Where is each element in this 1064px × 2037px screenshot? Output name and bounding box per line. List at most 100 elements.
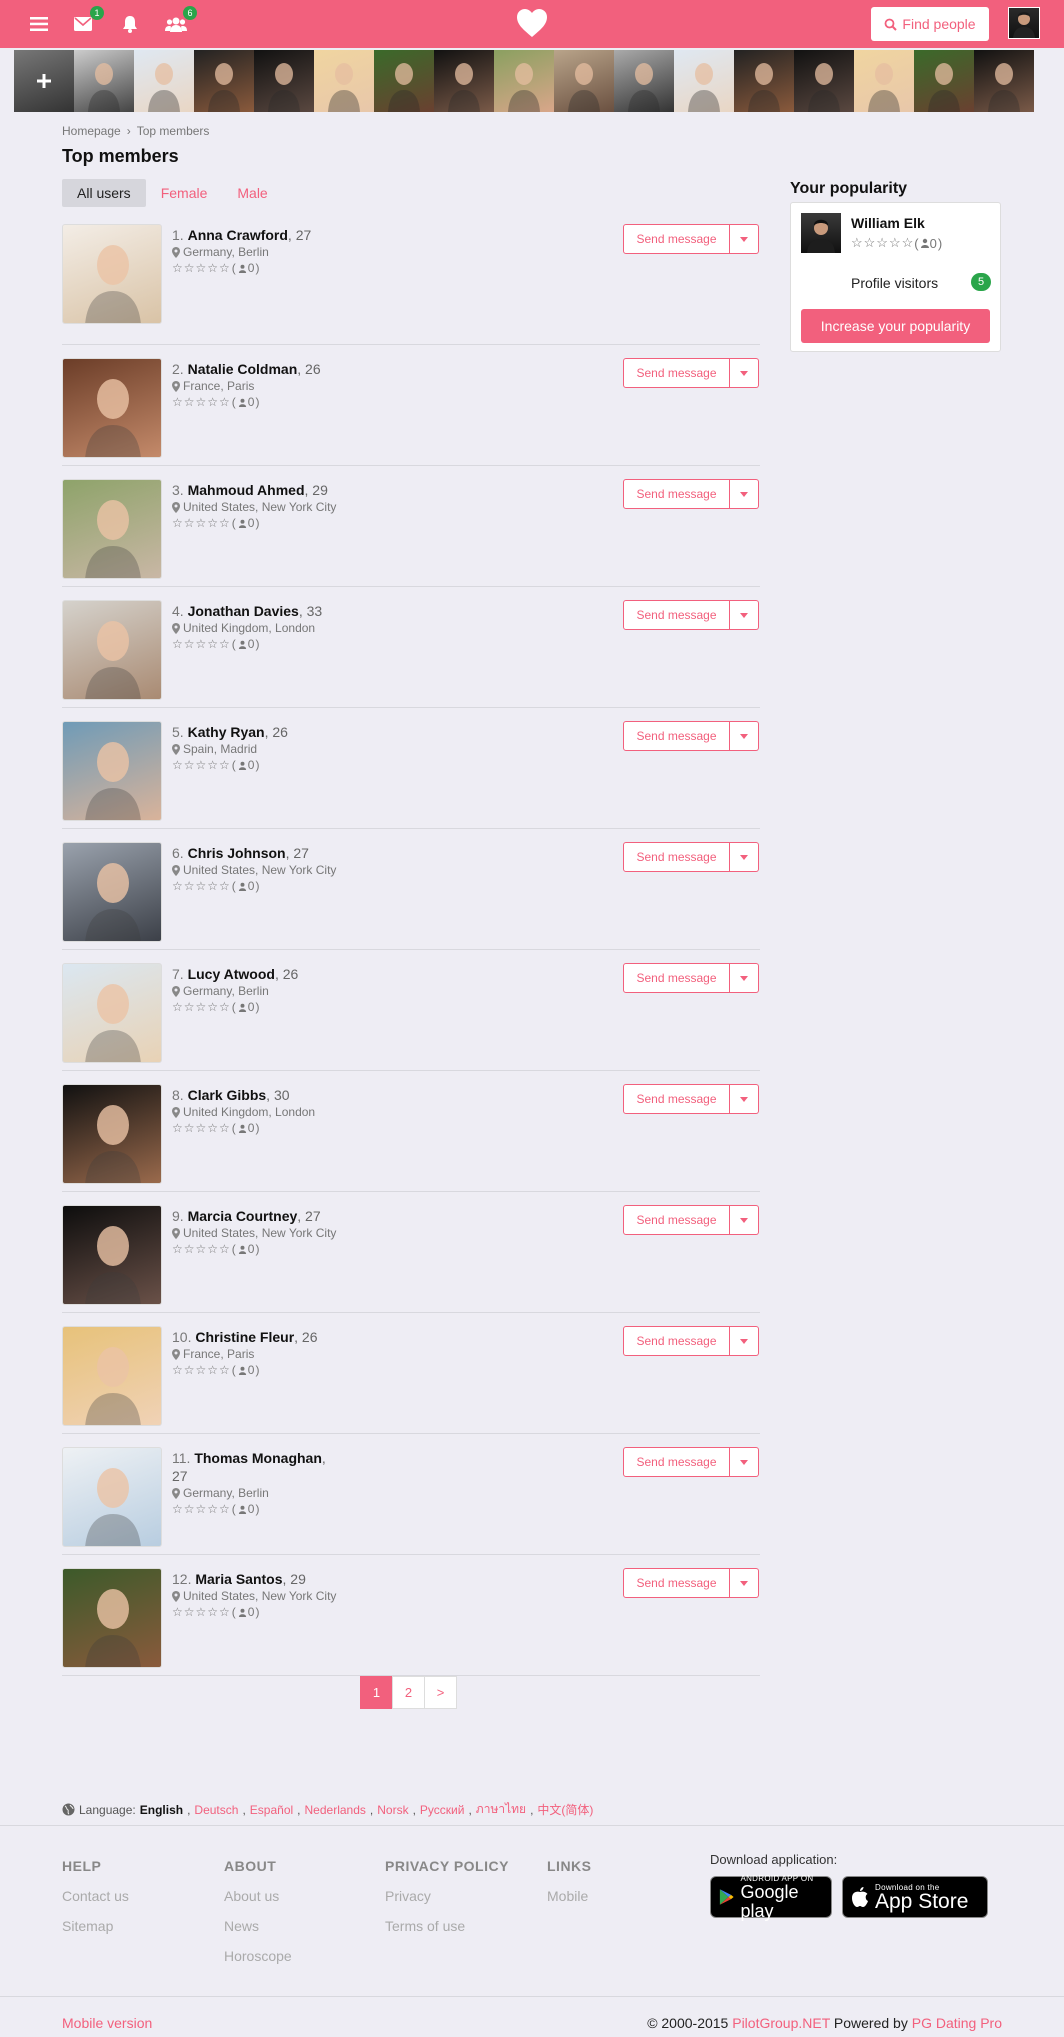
popularity-avatar[interactable] (801, 213, 841, 253)
language-russian[interactable]: Русский (420, 1803, 465, 1817)
footer-mobile-link[interactable]: Mobile (547, 1888, 592, 1918)
more-actions-dropdown[interactable] (730, 1205, 759, 1235)
member-name-link[interactable]: Mahmoud Ahmed (188, 482, 305, 498)
member-name-link[interactable]: Marcia Courtney (188, 1208, 298, 1224)
featured-user-photo[interactable] (194, 50, 254, 112)
send-message-button[interactable]: Send message (623, 1447, 730, 1477)
member-photo[interactable] (62, 1205, 162, 1305)
language-norsk[interactable]: Norsk (377, 1803, 408, 1817)
member-photo[interactable] (62, 358, 162, 458)
featured-user-photo[interactable] (434, 50, 494, 112)
member-name-link[interactable]: Christine Fleur (195, 1329, 294, 1345)
featured-user-photo[interactable] (134, 50, 194, 112)
next-page-button[interactable]: > (424, 1676, 457, 1709)
profile-visitors-label[interactable]: Profile visitors (851, 275, 938, 291)
logo-heart-icon[interactable] (516, 8, 548, 40)
member-name-link[interactable]: Natalie Coldman (188, 361, 298, 377)
member-photo[interactable] (62, 1568, 162, 1668)
google-play-badge[interactable]: ANDROID APP ON Google play (710, 1874, 832, 1920)
friends-group-icon[interactable]: 6 (163, 6, 197, 36)
popularity-user-name[interactable]: William Elk (851, 215, 925, 231)
member-photo[interactable] (62, 1084, 162, 1184)
pilotgroup-link[interactable]: PilotGroup.NET (732, 2015, 830, 2031)
language-deutsch[interactable]: Deutsch (194, 1803, 238, 1817)
featured-user-photo[interactable] (374, 50, 434, 112)
user-avatar[interactable] (1008, 7, 1040, 39)
send-message-button[interactable]: Send message (623, 224, 730, 254)
member-photo[interactable] (62, 1326, 162, 1426)
footer-privacy-link[interactable]: Privacy (385, 1888, 509, 1918)
footer-about-us-link[interactable]: About us (224, 1888, 292, 1918)
member-name-link[interactable]: Anna Crawford (188, 227, 288, 243)
featured-user-photo[interactable] (974, 50, 1034, 112)
more-actions-dropdown[interactable] (730, 479, 759, 509)
featured-user-photo[interactable] (734, 50, 794, 112)
featured-user-photo[interactable] (914, 50, 974, 112)
member-name-link[interactable]: Lucy Atwood (188, 966, 275, 982)
increase-popularity-button[interactable]: Increase your popularity (801, 309, 990, 343)
featured-user-photo[interactable] (74, 50, 134, 112)
language-chinese[interactable]: 中文(简体) (537, 1801, 593, 1818)
send-message-button[interactable]: Send message (623, 479, 730, 509)
member-photo[interactable] (62, 479, 162, 579)
featured-user-photo[interactable] (314, 50, 374, 112)
tab-female[interactable]: Female (146, 179, 223, 207)
send-message-button[interactable]: Send message (623, 358, 730, 388)
menu-icon[interactable] (26, 12, 52, 36)
footer-horoscope-link[interactable]: Horoscope (224, 1948, 292, 1978)
featured-user-photo[interactable] (854, 50, 914, 112)
featured-user-photo[interactable] (554, 50, 614, 112)
footer-news-link[interactable]: News (224, 1918, 292, 1948)
member-name-link[interactable]: Chris Johnson (188, 845, 286, 861)
member-name-link[interactable]: Maria Santos (195, 1571, 282, 1587)
more-actions-dropdown[interactable] (730, 1568, 759, 1598)
language-espanol[interactable]: Español (250, 1803, 293, 1817)
page-2-button[interactable]: 2 (392, 1676, 425, 1709)
tab-all-users[interactable]: All users (62, 179, 146, 207)
send-message-button[interactable]: Send message (623, 600, 730, 630)
send-message-button[interactable]: Send message (623, 842, 730, 872)
app-store-badge[interactable]: Download on the App Store (842, 1876, 988, 1918)
member-name-link[interactable]: Clark Gibbs (188, 1087, 267, 1103)
footer-contact-us-link[interactable]: Contact us (62, 1888, 129, 1918)
messages-icon[interactable]: 1 (70, 6, 104, 36)
send-message-button[interactable]: Send message (623, 1326, 730, 1356)
tab-male[interactable]: Male (222, 179, 282, 207)
breadcrumb-home-link[interactable]: Homepage (62, 124, 121, 138)
more-actions-dropdown[interactable] (730, 1447, 759, 1477)
language-thai[interactable]: ภาษาไทย (476, 1800, 526, 1819)
pg-dating-pro-link[interactable]: PG Dating Pro (912, 2015, 1002, 2031)
page-1-button[interactable]: 1 (360, 1676, 393, 1709)
add-photo-button[interactable] (14, 50, 74, 112)
member-photo[interactable] (62, 224, 162, 324)
find-people-button[interactable]: Find people (871, 7, 989, 41)
more-actions-dropdown[interactable] (730, 600, 759, 630)
language-nederlands[interactable]: Nederlands (305, 1803, 366, 1817)
member-name-link[interactable]: Kathy Ryan (188, 724, 265, 740)
member-photo[interactable] (62, 842, 162, 942)
more-actions-dropdown[interactable] (730, 224, 759, 254)
featured-user-photo[interactable] (254, 50, 314, 112)
footer-sitemap-link[interactable]: Sitemap (62, 1918, 129, 1948)
featured-user-photo[interactable] (794, 50, 854, 112)
featured-user-photo[interactable] (494, 50, 554, 112)
notifications-bell-icon[interactable] (117, 12, 143, 36)
more-actions-dropdown[interactable] (730, 1084, 759, 1114)
send-message-button[interactable]: Send message (623, 963, 730, 993)
more-actions-dropdown[interactable] (730, 358, 759, 388)
more-actions-dropdown[interactable] (730, 1326, 759, 1356)
member-photo[interactable] (62, 600, 162, 700)
featured-user-photo[interactable] (614, 50, 674, 112)
more-actions-dropdown[interactable] (730, 842, 759, 872)
mobile-version-link[interactable]: Mobile version (62, 2015, 152, 2031)
more-actions-dropdown[interactable] (730, 721, 759, 751)
send-message-button[interactable]: Send message (623, 1568, 730, 1598)
footer-terms-link[interactable]: Terms of use (385, 1918, 509, 1948)
member-photo[interactable] (62, 963, 162, 1063)
send-message-button[interactable]: Send message (623, 1084, 730, 1114)
member-photo[interactable] (62, 1447, 162, 1547)
member-name-link[interactable]: Jonathan Davies (188, 603, 299, 619)
more-actions-dropdown[interactable] (730, 963, 759, 993)
featured-user-photo[interactable] (674, 50, 734, 112)
member-name-link[interactable]: Thomas Monaghan (194, 1450, 322, 1466)
